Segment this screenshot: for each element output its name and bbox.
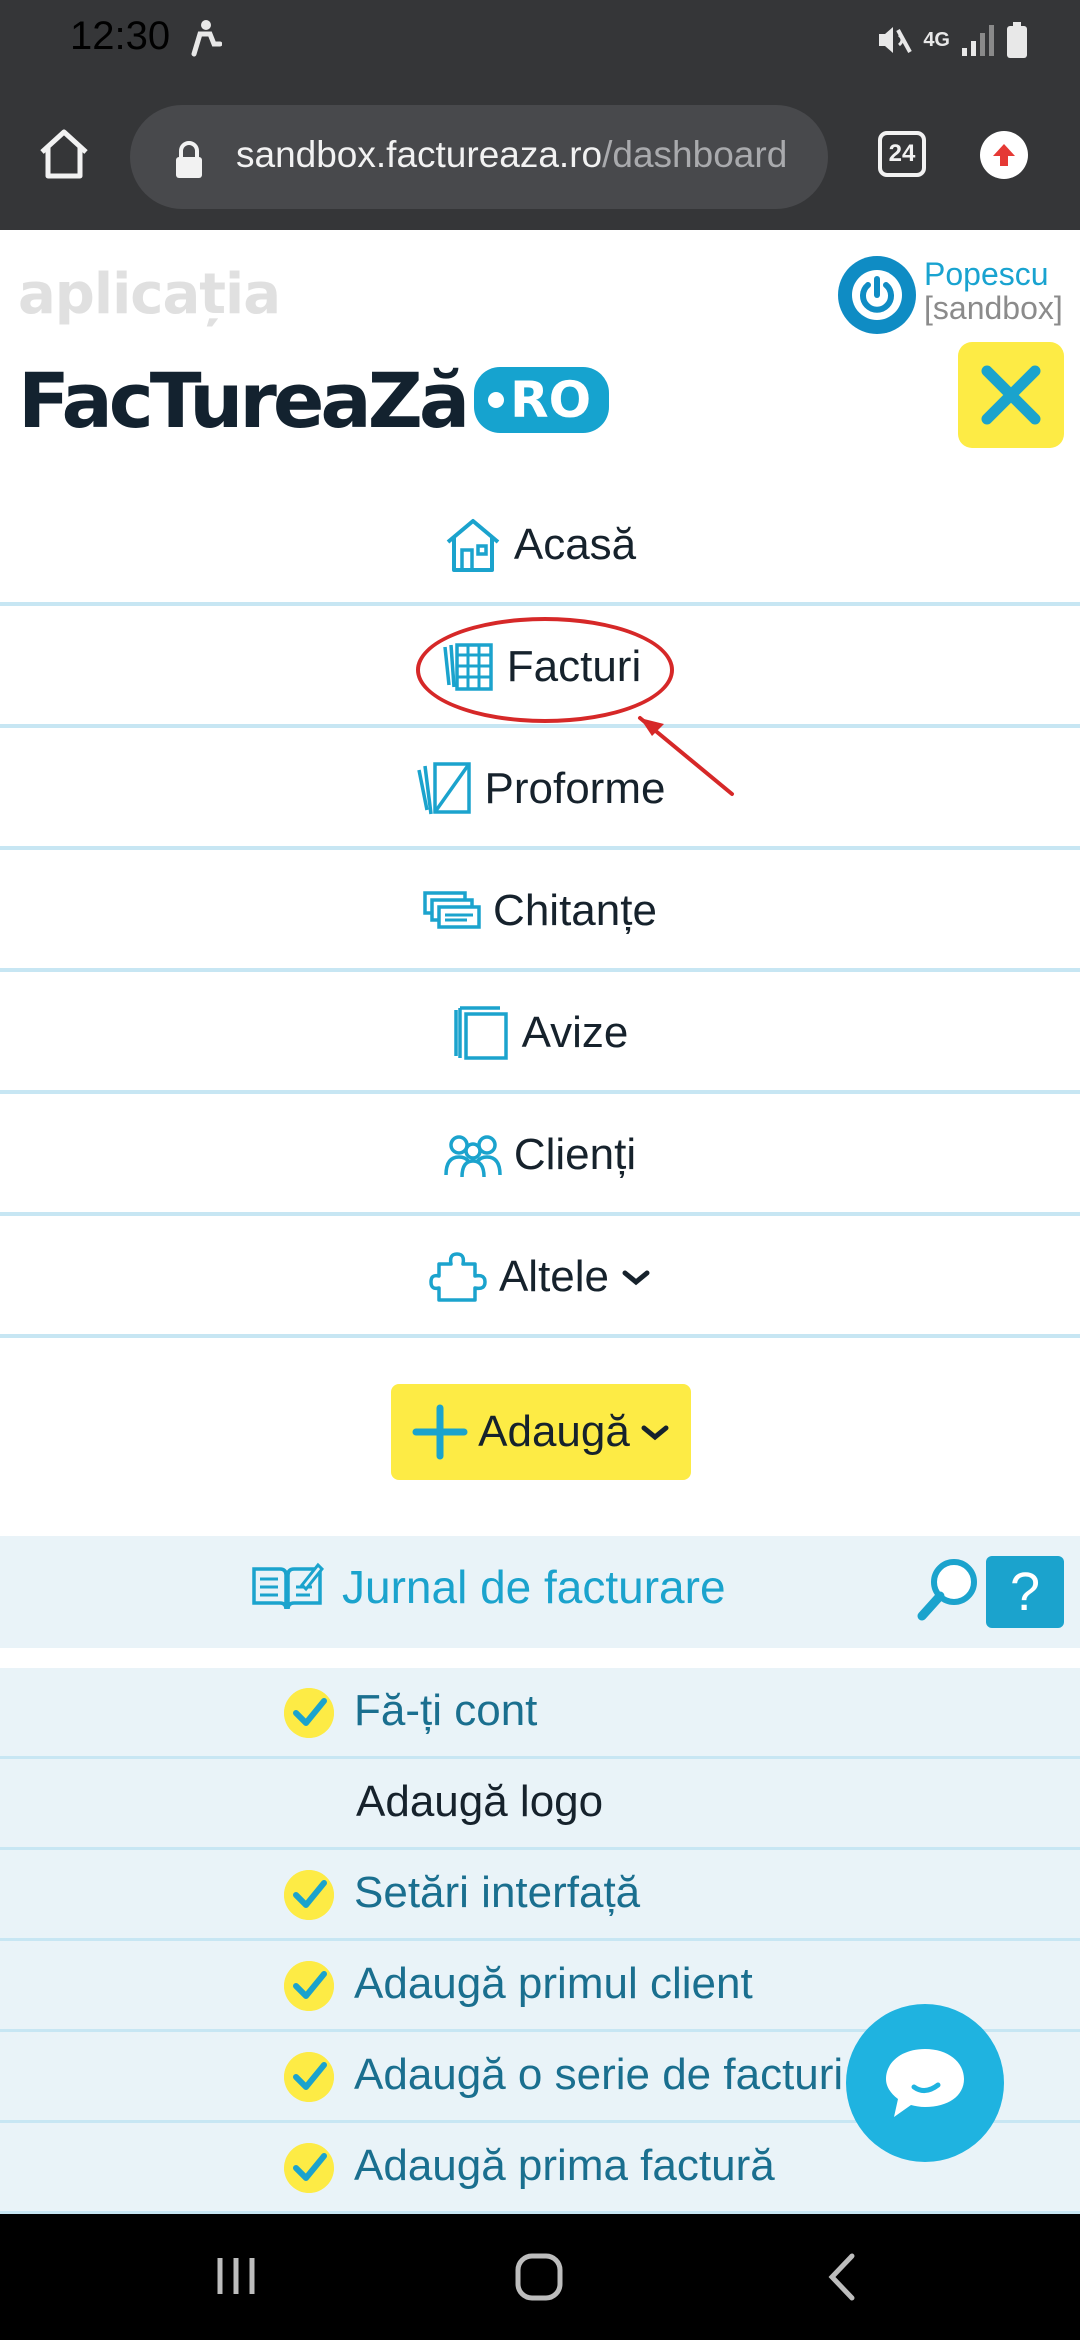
app-subtitle: aplicația xyxy=(18,262,281,327)
logo-wordmark: FacTureaZă xyxy=(18,355,470,445)
close-icon xyxy=(981,365,1041,425)
home-icon[interactable] xyxy=(34,124,94,184)
todo-label: Adaugă prima factură xyxy=(354,2141,775,2190)
menu-label: Acasă xyxy=(513,520,637,569)
logo-badge: RO xyxy=(474,367,610,433)
receipts-icon xyxy=(423,891,481,929)
mute-icon xyxy=(879,27,913,53)
user-name-link[interactable]: Popescu xyxy=(924,256,1049,293)
status-icons: 4G xyxy=(875,18,1028,62)
todo-item[interactable]: Setări interfață xyxy=(0,1850,1080,1941)
todo-label: Fă-ți cont xyxy=(354,1686,538,1735)
lock-icon xyxy=(176,141,202,178)
help-button[interactable]: ? xyxy=(986,1556,1064,1628)
checkmark-icon xyxy=(284,1870,334,1920)
todo-label: Adaugă o serie de facturi xyxy=(354,2050,844,2099)
menu-item-proforme[interactable]: Proforme xyxy=(0,732,1080,850)
menu-label: Altele xyxy=(498,1252,610,1301)
search-icon[interactable] xyxy=(916,1556,982,1622)
chevron-down-icon xyxy=(622,1270,650,1286)
back-icon[interactable] xyxy=(824,2252,858,2302)
network-type: 4G xyxy=(923,29,950,51)
url-text[interactable]: sandbox.factureaza.ro/dashboard xyxy=(236,134,806,176)
add-button[interactable]: Adaugă xyxy=(391,1384,691,1480)
menu-item-chitante[interactable]: Chitanțe xyxy=(0,854,1080,972)
puzzle-icon xyxy=(429,1252,487,1302)
checkmark-icon xyxy=(284,1961,334,2011)
close-menu-button[interactable] xyxy=(958,342,1064,448)
user-environment: [sandbox] xyxy=(924,290,1063,326)
update-button[interactable] xyxy=(980,131,1028,179)
upload-arrow-icon xyxy=(993,144,1015,166)
menu-label: Avize xyxy=(521,1008,629,1057)
status-time: 12:30 xyxy=(70,14,171,58)
todo-item[interactable]: Fă-ți cont xyxy=(0,1668,1080,1759)
journal-title-text: Jurnal de facturare xyxy=(342,1561,726,1613)
menu-item-avize[interactable]: Avize xyxy=(0,976,1080,1094)
delivery-notes-icon xyxy=(453,1006,508,1060)
journal-spacer xyxy=(0,1648,1080,1668)
todo-item[interactable]: Adaugă logo xyxy=(0,1759,1080,1850)
recent-apps-icon[interactable] xyxy=(214,2254,258,2298)
menu-item-facturi[interactable]: Facturi xyxy=(0,610,1080,728)
add-button-label: Adaugă xyxy=(478,1407,630,1456)
menu-item-altele[interactable]: Altele xyxy=(0,1220,1080,1338)
chat-button[interactable] xyxy=(846,2004,1004,2162)
tab-switcher-button[interactable]: 24 xyxy=(878,131,926,177)
open-book-icon xyxy=(252,1562,324,1610)
journal-title[interactable]: Jurnal de facturare xyxy=(250,1560,726,1614)
todo-label: Setări interfață xyxy=(354,1868,641,1917)
home-nav-icon[interactable] xyxy=(514,2252,564,2302)
menu-label: Clienți xyxy=(513,1130,637,1179)
checkmark-icon xyxy=(284,2143,334,2193)
checkmark-icon xyxy=(284,2052,334,2102)
url-path: /dashboard xyxy=(602,134,788,175)
factureaza-logo[interactable]: FacTureaZă RO xyxy=(18,355,610,445)
chat-bubble-icon xyxy=(886,2049,964,2117)
todo-label: Adaugă primul client xyxy=(354,1959,753,2008)
todo-label: Adaugă logo xyxy=(356,1777,604,1826)
chevron-down-icon xyxy=(641,1425,669,1441)
power-icon xyxy=(852,270,902,320)
logo-dot xyxy=(488,392,505,408)
invoices-icon xyxy=(443,643,493,691)
accessibility-icon xyxy=(191,20,222,57)
annotation-arrow xyxy=(638,716,734,796)
logo-badge-text: RO xyxy=(510,371,592,429)
menu-label: Facturi xyxy=(506,642,642,691)
menu-label: Chitanțe xyxy=(493,886,657,935)
plus-icon xyxy=(412,1404,468,1460)
url-host: sandbox.factureaza.ro xyxy=(236,134,603,175)
signal-icon xyxy=(962,25,994,56)
proforma-icon xyxy=(416,762,471,815)
system-nav-bar xyxy=(0,2214,1080,2340)
house-icon xyxy=(446,519,500,572)
menu-item-clienti[interactable]: Clienți xyxy=(0,1098,1080,1216)
menu-item-acasa[interactable]: Acasă xyxy=(0,488,1080,606)
battery-icon xyxy=(1007,22,1027,58)
clients-icon xyxy=(444,1135,502,1178)
checkmark-icon xyxy=(284,1688,334,1738)
user-power-button[interactable] xyxy=(838,256,916,334)
